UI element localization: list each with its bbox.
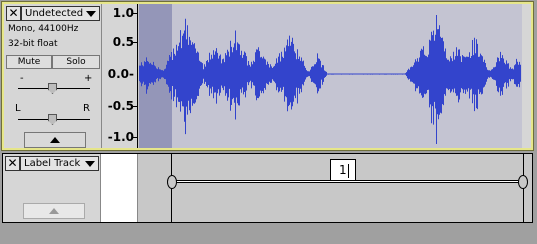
label-left-handle[interactable] bbox=[167, 175, 177, 189]
ruler-tick-label: 1.0 bbox=[112, 6, 134, 20]
label-track-name: Label Track bbox=[24, 158, 81, 169]
label-area[interactable]: 1 bbox=[101, 154, 532, 222]
audio-track-bit-depth: 32-bit float bbox=[8, 39, 58, 49]
collapse-up-icon bbox=[50, 137, 60, 143]
audio-track-format: Mono, 44100Hz bbox=[8, 24, 79, 34]
ruler-tick-label: 0.0- bbox=[107, 67, 134, 81]
label-text: 1 bbox=[339, 163, 347, 177]
audio-track-name: Undetected bbox=[25, 8, 84, 19]
label-collapse-button[interactable] bbox=[23, 203, 85, 219]
text-cursor bbox=[347, 163, 349, 178]
ruler-tick-label: 0.5 bbox=[112, 35, 134, 49]
audio-track[interactable]: ✕ Undetected Mono, 44100Hz 32-bit float … bbox=[1, 1, 534, 151]
label-track-name-menu[interactable]: Label Track bbox=[20, 156, 99, 171]
audio-track-close-button[interactable]: ✕ bbox=[6, 6, 21, 21]
label-right-handle[interactable] bbox=[518, 175, 528, 189]
close-icon: ✕ bbox=[8, 6, 19, 20]
ruler-tick bbox=[133, 137, 137, 138]
gain-plus-label: + bbox=[84, 73, 93, 84]
audio-track-name-menu[interactable]: Undetected bbox=[21, 6, 100, 21]
ruler-tick-label: -0.5 bbox=[107, 99, 134, 113]
ruler-tick-label: -1.0 bbox=[107, 130, 134, 144]
chevron-down-icon bbox=[86, 11, 96, 17]
ruler-tick bbox=[133, 106, 137, 107]
waveform-area[interactable] bbox=[139, 4, 522, 148]
label-track[interactable]: ✕ Label Track 1 bbox=[2, 153, 533, 223]
collapse-track-button[interactable] bbox=[24, 132, 86, 148]
collapse-up-icon bbox=[49, 208, 59, 214]
gain-slider-thumb[interactable] bbox=[48, 83, 57, 94]
track-right-edge bbox=[522, 4, 531, 148]
solo-button[interactable]: Solo bbox=[52, 55, 100, 69]
gain-minus-label: - bbox=[20, 73, 24, 84]
close-icon: ✕ bbox=[7, 156, 18, 170]
ruler-tick bbox=[133, 42, 137, 43]
chevron-down-icon bbox=[85, 161, 95, 167]
waveform-path bbox=[139, 15, 521, 144]
mute-button[interactable]: Mute bbox=[6, 55, 52, 69]
label-gutter bbox=[101, 154, 138, 222]
amplitude-ruler: 1.0 0.5 0.0- -0.5 -1.0 bbox=[102, 4, 138, 148]
ruler-tick bbox=[133, 13, 137, 14]
audio-track-control-panel: ✕ Undetected Mono, 44100Hz 32-bit float … bbox=[4, 4, 102, 148]
pan-left-label: L bbox=[15, 103, 21, 114]
pan-right-label: R bbox=[83, 103, 90, 114]
label-text-box[interactable]: 1 bbox=[330, 159, 356, 181]
label-track-control-panel: ✕ Label Track bbox=[3, 154, 101, 222]
label-track-close-button[interactable]: ✕ bbox=[5, 156, 20, 171]
waveform bbox=[139, 15, 521, 144]
pan-slider-thumb[interactable] bbox=[48, 114, 57, 125]
